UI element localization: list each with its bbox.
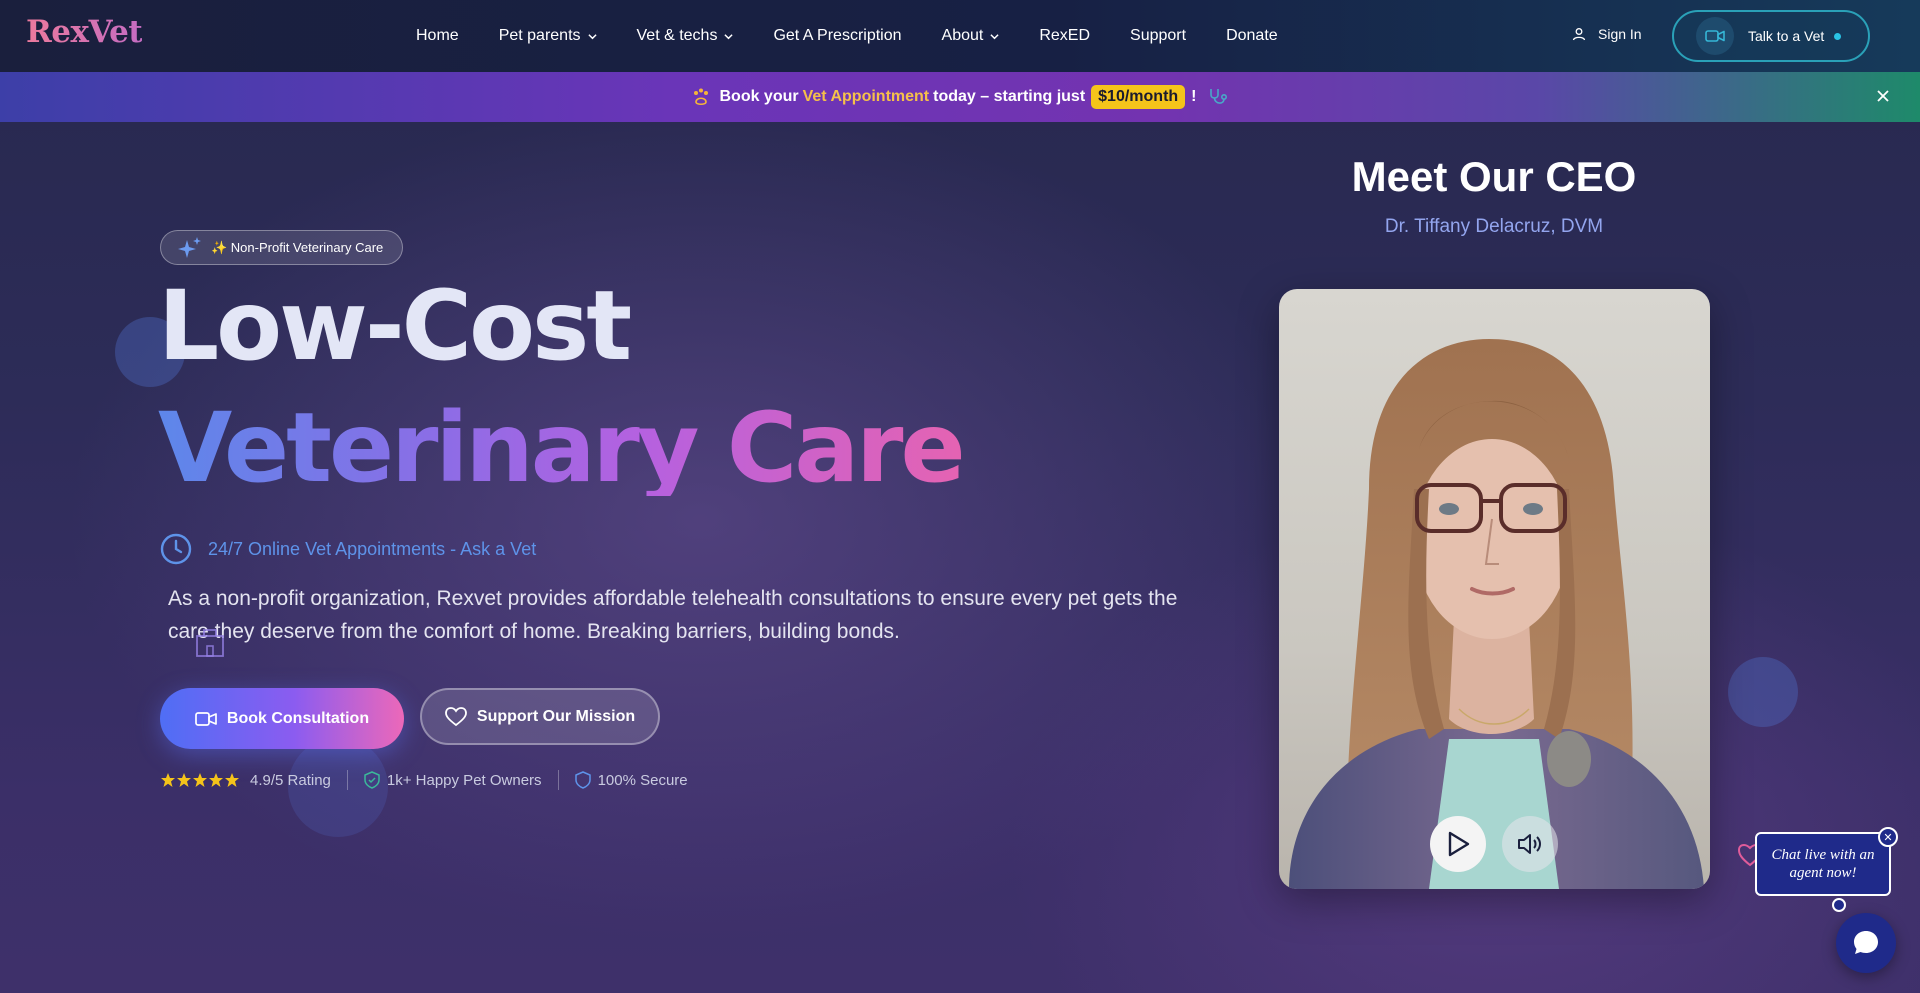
nav-label: Home bbox=[416, 27, 459, 44]
nav-label: Donate bbox=[1226, 27, 1278, 44]
talk-to-vet-label: Talk to a Vet bbox=[1748, 28, 1825, 44]
hero-title-line2: Veterinary Care bbox=[158, 392, 966, 504]
star-icon bbox=[209, 773, 223, 787]
nav-item-home[interactable]: Home bbox=[416, 27, 459, 45]
chevron-down-icon bbox=[990, 33, 999, 39]
nav-item-pet-parents[interactable]: Pet parents bbox=[499, 27, 597, 45]
promo-text-prefix: Book your bbox=[719, 88, 799, 105]
video-camera-icon bbox=[195, 711, 217, 726]
chevron-down-icon bbox=[587, 33, 597, 39]
divider bbox=[557, 770, 559, 790]
online-status-dot bbox=[1834, 32, 1842, 40]
sparkles-icon bbox=[178, 236, 201, 258]
ceo-name: Dr. Tiffany Delacruz, DVM bbox=[1384, 216, 1604, 237]
divider bbox=[346, 770, 348, 790]
chat-bubble-tail bbox=[1832, 898, 1846, 912]
talk-to-vet-button[interactable]: Talk to a Vet bbox=[1672, 10, 1870, 62]
rating-text: 4.9/5 Rating bbox=[250, 771, 331, 789]
nav-item-about[interactable]: About bbox=[942, 27, 1000, 45]
nav-label: Support bbox=[1130, 27, 1187, 44]
nav-item-donate[interactable]: Donate bbox=[1226, 27, 1278, 45]
star-icon bbox=[177, 773, 191, 787]
nav-item-vet-techs[interactable]: Vet & techs bbox=[637, 27, 734, 45]
rating-stars bbox=[160, 772, 240, 788]
hero-description: As a non-profit organization, Rexvet pro… bbox=[168, 587, 1178, 643]
nav-label: About bbox=[941, 27, 984, 44]
sign-in-link[interactable]: Sign In bbox=[1572, 26, 1642, 42]
sign-in-label: Sign In bbox=[1598, 26, 1642, 42]
heart-icon bbox=[444, 706, 467, 726]
owners-text: 1k+ Happy Pet Owners bbox=[386, 771, 542, 789]
chevron-down-icon bbox=[724, 33, 734, 39]
hero-title-line1: Low-Cost bbox=[158, 270, 632, 382]
play-icon bbox=[1448, 831, 1470, 857]
decorative-bubble bbox=[1728, 657, 1798, 727]
support-mission-button[interactable]: Support Our Mission bbox=[420, 688, 660, 745]
star-icon bbox=[225, 773, 239, 787]
promo-banner: Book your Vet Appointment today – starti… bbox=[0, 72, 1920, 122]
building-icon bbox=[196, 629, 224, 657]
nav-item-get-prescription[interactable]: Get A Prescription bbox=[773, 27, 901, 45]
book-consultation-label: Book Consultation bbox=[226, 709, 370, 727]
nav-label: RexED bbox=[1039, 27, 1091, 44]
badge-label: ✨ Non-Profit Veterinary Care bbox=[211, 239, 384, 255]
chat-icon bbox=[1854, 931, 1878, 954]
ceo-video-player[interactable] bbox=[1279, 289, 1710, 889]
ceo-section-title: Meet Our CEO bbox=[1351, 153, 1637, 200]
paw-icon bbox=[694, 88, 709, 106]
shield-check-icon bbox=[364, 771, 380, 789]
chat-prompt-bubble[interactable]: Chat live with an agent now! bbox=[1755, 832, 1891, 896]
promo-price-badge: $10/month bbox=[1091, 85, 1186, 109]
promo-text-suffix: ! bbox=[1191, 88, 1197, 105]
nav-label: Get A Prescription bbox=[773, 27, 902, 44]
availability-text[interactable]: 24/7 Online Vet Appointments - Ask a Vet bbox=[208, 539, 536, 560]
rexvet-logo[interactable]: RexVet bbox=[26, 14, 143, 50]
promo-text-middle: today – starting just bbox=[933, 88, 1086, 105]
support-mission-label: Support Our Mission bbox=[476, 707, 636, 725]
availability-line: 24/7 Online Vet Appointments - Ask a Vet bbox=[160, 533, 536, 565]
chat-prompt-close-button[interactable]: ✕ bbox=[1878, 827, 1898, 847]
secure-stat: 100% Secure bbox=[574, 771, 688, 789]
secure-text: 100% Secure bbox=[597, 771, 688, 789]
ceo-portrait-image bbox=[1289, 339, 1704, 889]
star-icon bbox=[193, 773, 207, 787]
nav-item-support[interactable]: Support bbox=[1130, 27, 1186, 45]
close-icon[interactable] bbox=[1874, 87, 1892, 105]
top-navbar: RexVet Home Pet parents Vet & techs Get … bbox=[0, 0, 1920, 72]
nav-label: Pet parents bbox=[498, 27, 581, 44]
happy-owners-stat: 1k+ Happy Pet Owners bbox=[364, 771, 542, 789]
play-button[interactable] bbox=[1430, 816, 1486, 872]
nav-item-rexed[interactable]: RexED bbox=[1039, 27, 1090, 45]
nav-label: Vet & techs bbox=[636, 27, 718, 44]
volume-icon bbox=[1518, 834, 1541, 854]
star-icon bbox=[161, 773, 175, 787]
trust-stats: 4.9/5 Rating 1k+ Happy Pet Owners 100% S… bbox=[160, 770, 688, 790]
chat-launcher-button[interactable] bbox=[1836, 913, 1896, 973]
shield-icon bbox=[574, 771, 591, 789]
promo-highlight[interactable]: Vet Appointment bbox=[803, 88, 930, 106]
book-consultation-button[interactable]: Book Consultation bbox=[160, 688, 404, 749]
main-menu: Home Pet parents Vet & techs Get A Presc… bbox=[416, 0, 1318, 72]
clock-icon bbox=[160, 533, 192, 565]
nonprofit-badge: ✨ Non-Profit Veterinary Care bbox=[160, 230, 403, 265]
volume-button[interactable] bbox=[1502, 816, 1558, 872]
user-icon bbox=[1572, 28, 1586, 41]
stethoscope-icon bbox=[1209, 89, 1227, 104]
video-camera-icon bbox=[1696, 17, 1734, 55]
